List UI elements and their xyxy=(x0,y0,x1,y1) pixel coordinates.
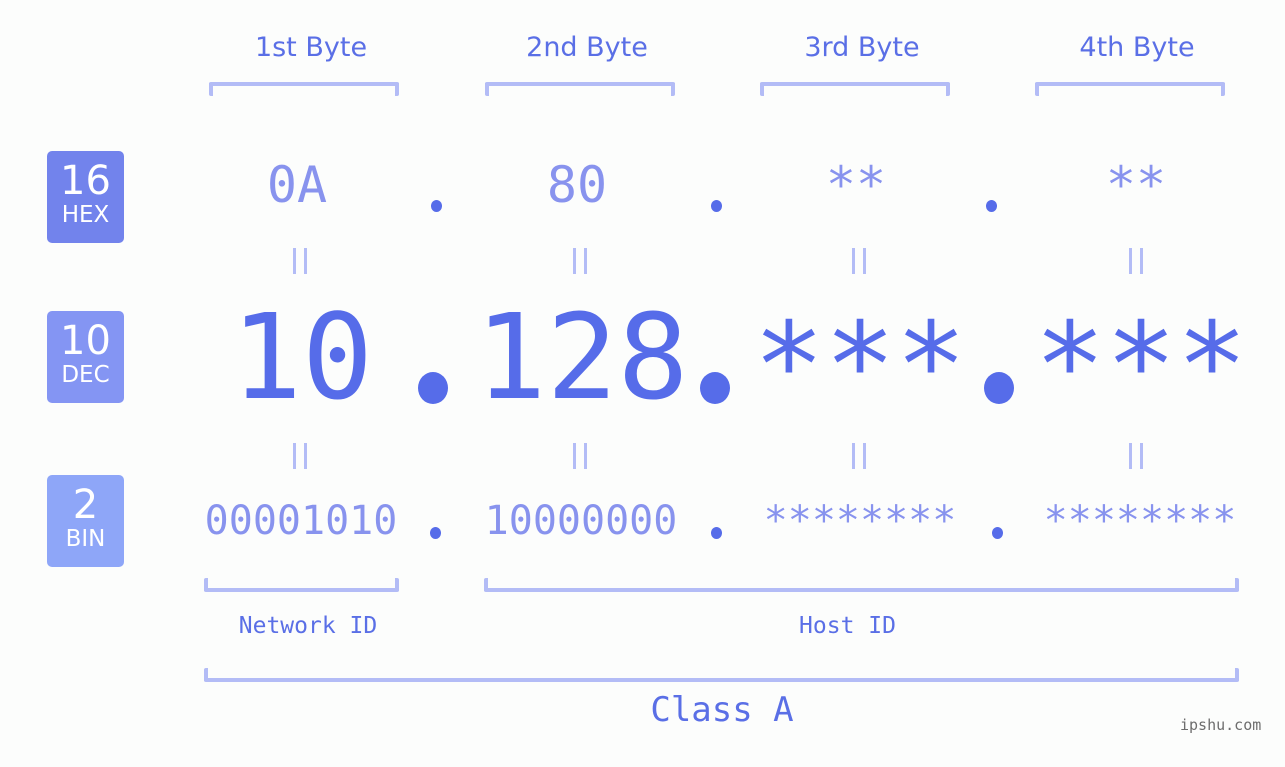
equals-marker xyxy=(1129,443,1143,469)
hex-octet-2: 80 xyxy=(546,156,608,214)
equals-marker xyxy=(293,248,307,274)
dec-octet-1: 10 xyxy=(230,288,374,426)
equals-marker xyxy=(852,443,866,469)
hex-separator-dot xyxy=(711,200,722,212)
bin-octet-3: ******** xyxy=(763,498,957,544)
dec-octet-2: 128 xyxy=(475,288,689,426)
hex-base-number: 16 xyxy=(60,158,111,204)
network-id-bracket xyxy=(204,578,399,592)
dec-base-label: DEC xyxy=(61,362,110,388)
byte-label-1: 1st Byte xyxy=(254,32,368,63)
equals-marker xyxy=(293,443,307,469)
hex-octet-3: ** xyxy=(825,156,887,214)
bin-base-number: 2 xyxy=(72,482,99,528)
bin-base-label: BIN xyxy=(65,526,106,552)
equals-marker xyxy=(573,248,587,274)
dec-octet-4: *** xyxy=(1034,296,1248,434)
byte-label-3: 3rd Byte xyxy=(804,32,920,63)
byte-bracket-1 xyxy=(209,82,399,96)
class-bracket xyxy=(204,668,1239,682)
byte-label-2: 2nd Byte xyxy=(526,32,648,63)
bin-octet-4: ******** xyxy=(1043,498,1237,544)
byte-bracket-3 xyxy=(760,82,950,96)
dec-octet-3: *** xyxy=(753,296,967,434)
dec-separator-dot xyxy=(418,372,448,404)
watermark: ipshu.com xyxy=(1180,716,1262,734)
hex-badge: 16 HEX xyxy=(47,151,124,243)
dec-badge: 10 DEC xyxy=(47,311,124,403)
bin-separator-dot xyxy=(430,527,441,539)
byte-bracket-4 xyxy=(1035,82,1225,96)
bin-separator-dot xyxy=(992,527,1003,539)
bin-octet-1: 00001010 xyxy=(204,498,398,544)
dec-base-number: 10 xyxy=(60,318,111,364)
hex-base-label: HEX xyxy=(61,202,110,228)
host-id-label: Host ID xyxy=(799,613,896,639)
bin-separator-dot xyxy=(711,527,722,539)
byte-label-4: 4th Byte xyxy=(1079,32,1195,63)
equals-marker xyxy=(1129,248,1143,274)
equals-marker xyxy=(573,443,587,469)
byte-bracket-2 xyxy=(485,82,675,96)
class-label: Class A xyxy=(650,690,794,730)
network-id-label: Network ID xyxy=(238,613,378,639)
equals-marker xyxy=(852,248,866,274)
bin-badge: 2 BIN xyxy=(47,475,124,567)
host-id-bracket xyxy=(484,578,1239,592)
hex-separator-dot xyxy=(986,200,997,212)
dec-separator-dot xyxy=(700,372,730,404)
hex-octet-4: ** xyxy=(1105,156,1167,214)
hex-octet-1: 0A xyxy=(266,156,328,214)
bin-octet-2: 10000000 xyxy=(484,498,678,544)
dec-separator-dot xyxy=(984,372,1014,404)
hex-separator-dot xyxy=(431,200,442,212)
